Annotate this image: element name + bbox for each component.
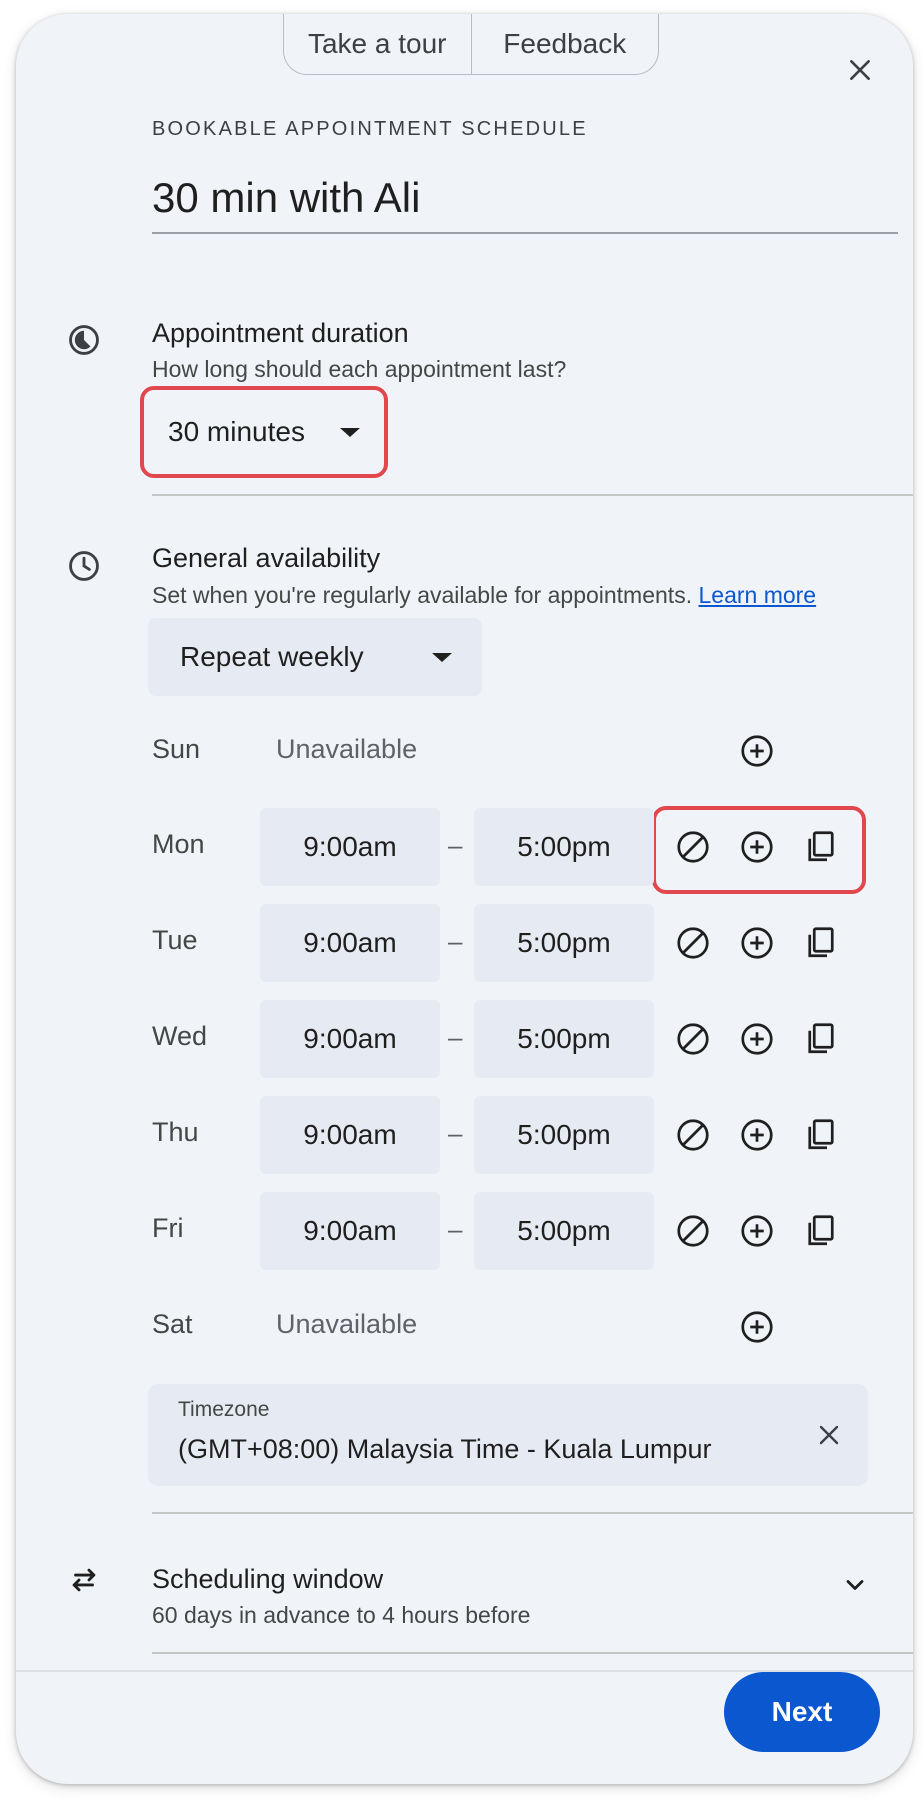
availability-subtitle-row: Set when you're regularly available for … bbox=[152, 582, 816, 609]
schedule-type-label: BOOKABLE APPOINTMENT SCHEDULE bbox=[152, 118, 588, 140]
wed-end-time[interactable]: 5:00pm bbox=[474, 1000, 654, 1078]
add-circle-icon[interactable] bbox=[734, 1016, 780, 1062]
availability-heading: General availability bbox=[152, 543, 381, 573]
repeat-dropdown[interactable]: Repeat weekly bbox=[148, 618, 482, 696]
timelapse-icon bbox=[64, 320, 104, 360]
chevron-down-icon bbox=[340, 427, 360, 437]
day-label-fri: Fri bbox=[152, 1213, 184, 1243]
day-label-thu: Thu bbox=[152, 1117, 199, 1147]
add-circle-icon[interactable] bbox=[734, 1208, 780, 1254]
add-circle-icon[interactable] bbox=[734, 1112, 780, 1158]
day-label-sun: Sun bbox=[152, 734, 201, 764]
mon-start-time[interactable]: 9:00am bbox=[260, 808, 440, 886]
learn-more-link[interactable]: Learn more bbox=[698, 582, 816, 608]
block-icon[interactable] bbox=[670, 1208, 716, 1254]
fri-end-time[interactable]: 5:00pm bbox=[474, 1192, 654, 1270]
day-label-tue: Tue bbox=[152, 925, 198, 955]
duration-value: 30 minutes bbox=[168, 416, 305, 447]
section-divider bbox=[152, 1512, 913, 1514]
add-circle-icon[interactable] bbox=[734, 1304, 780, 1350]
take-tour-button[interactable]: Take a tour bbox=[284, 14, 471, 74]
block-icon[interactable] bbox=[670, 1112, 716, 1158]
section-divider bbox=[152, 494, 913, 496]
scheduling-subtitle: 60 days in advance to 4 hours before bbox=[152, 1602, 531, 1628]
section-divider bbox=[152, 1652, 913, 1654]
block-icon[interactable] bbox=[670, 920, 716, 966]
add-circle-icon[interactable] bbox=[734, 920, 780, 966]
availability-subtitle: Set when you're regularly available for … bbox=[152, 582, 693, 608]
title-underline bbox=[152, 232, 898, 234]
clock-icon bbox=[64, 546, 104, 586]
copy-icon[interactable] bbox=[798, 1112, 844, 1158]
wed-start-time[interactable]: 9:00am bbox=[260, 1000, 440, 1078]
time-separator: – bbox=[448, 1118, 463, 1148]
time-separator: – bbox=[448, 1022, 463, 1052]
duration-heading: Appointment duration bbox=[152, 318, 409, 348]
repeat-value: Repeat weekly bbox=[180, 641, 364, 672]
timezone-label: Timezone bbox=[178, 1398, 270, 1421]
timezone-value: (GMT+08:00) Malaysia Time - Kuala Lumpur bbox=[178, 1434, 712, 1464]
copy-icon[interactable] bbox=[798, 920, 844, 966]
timezone-field[interactable]: Timezone (GMT+08:00) Malaysia Time - Kua… bbox=[148, 1384, 868, 1486]
add-circle-icon[interactable] bbox=[734, 824, 780, 870]
chevron-down-icon[interactable] bbox=[832, 1562, 878, 1608]
swap-arrows-icon bbox=[64, 1560, 104, 1600]
time-separator: – bbox=[448, 830, 463, 860]
copy-icon[interactable] bbox=[798, 1208, 844, 1254]
fri-start-time[interactable]: 9:00am bbox=[260, 1192, 440, 1270]
help-button-group: Take a tour Feedback bbox=[283, 14, 659, 75]
duration-subtitle: How long should each appointment last? bbox=[152, 356, 567, 382]
thu-start-time[interactable]: 9:00am bbox=[260, 1096, 440, 1174]
day-label-mon: Mon bbox=[152, 829, 205, 859]
duration-dropdown[interactable]: 30 minutes bbox=[148, 394, 380, 470]
schedule-title-input[interactable]: 30 min with Ali bbox=[152, 174, 896, 222]
tue-start-time[interactable]: 9:00am bbox=[260, 904, 440, 982]
tue-end-time[interactable]: 5:00pm bbox=[474, 904, 654, 982]
thu-end-time[interactable]: 5:00pm bbox=[474, 1096, 654, 1174]
feedback-button[interactable]: Feedback bbox=[470, 14, 659, 74]
day-label-wed: Wed bbox=[152, 1021, 208, 1051]
chevron-down-icon bbox=[432, 652, 452, 662]
next-button[interactable]: Next bbox=[724, 1672, 880, 1752]
copy-icon[interactable] bbox=[798, 1016, 844, 1062]
time-separator: – bbox=[448, 1214, 463, 1244]
add-circle-icon[interactable] bbox=[734, 728, 780, 774]
time-separator: – bbox=[448, 926, 463, 956]
day-label-sat: Sat bbox=[152, 1309, 193, 1339]
scheduling-heading: Scheduling window bbox=[152, 1564, 384, 1594]
clear-icon[interactable] bbox=[806, 1412, 852, 1458]
mon-end-time[interactable]: 5:00pm bbox=[474, 808, 654, 886]
sun-status: Unavailable bbox=[276, 734, 418, 764]
sat-status: Unavailable bbox=[276, 1309, 418, 1339]
block-icon[interactable] bbox=[670, 1016, 716, 1062]
appointment-schedule-panel: Take a tour Feedback BOOKABLE APPOINTMEN… bbox=[16, 14, 913, 1784]
copy-icon[interactable] bbox=[798, 824, 844, 870]
block-icon[interactable] bbox=[670, 824, 716, 870]
close-icon[interactable] bbox=[838, 48, 882, 92]
